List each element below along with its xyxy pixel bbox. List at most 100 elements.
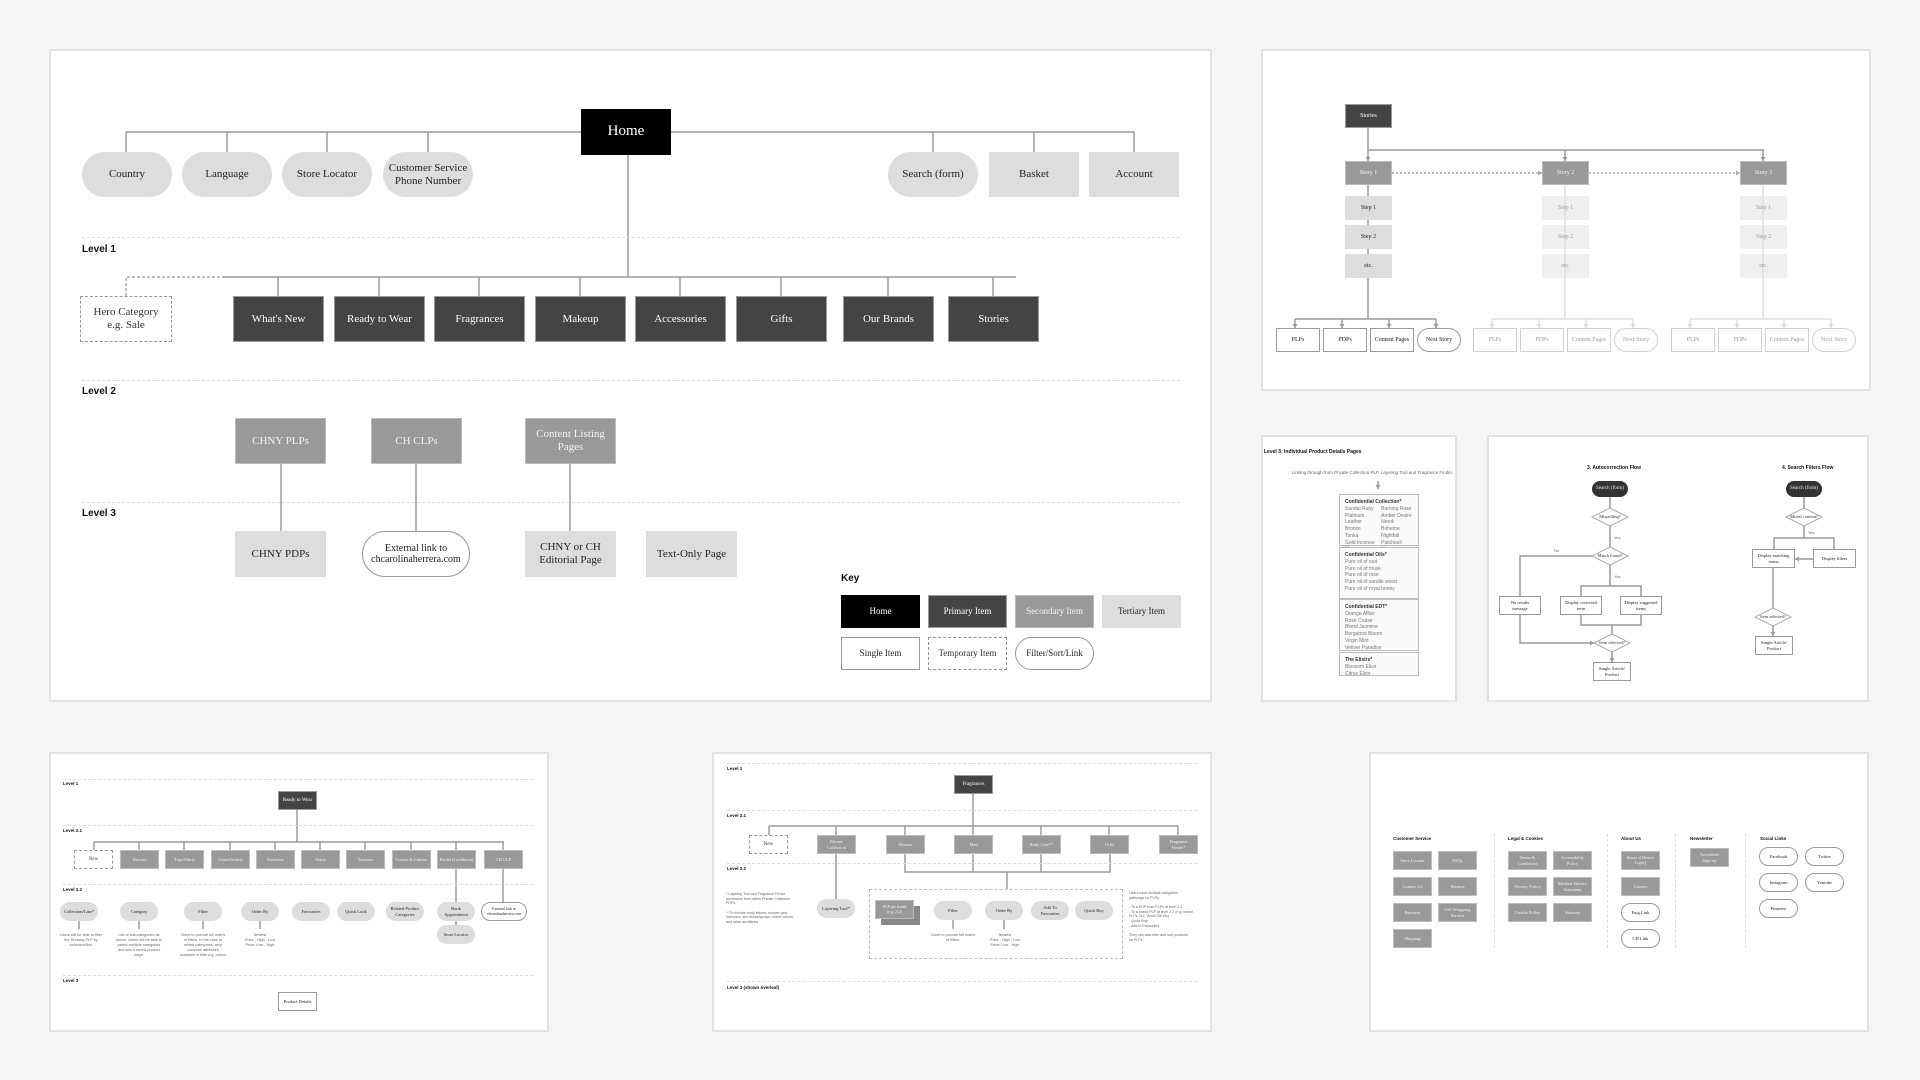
utility-node[interactable]: Country [82,152,172,197]
pdp-product-link[interactable]: Pure oil of sandle wood [1345,579,1397,586]
pdp-product-link[interactable]: Platinum Leather [1345,513,1375,527]
utility-node[interactable]: Language [182,152,272,197]
pdp-product-link[interactable]: Gold Incense [1345,540,1375,547]
plp-tool-node[interactable]: Quick Buy [1075,901,1113,920]
level1-node[interactable]: Our Brands [843,296,934,342]
external-link-node[interactable]: External link to chcarolinaherrera.com [481,902,527,921]
story-step-node[interactable]: Step 1 [1542,196,1589,220]
level2-2-node[interactable]: Book Appointment [437,902,475,921]
story-step-node[interactable]: Step 2 [1542,225,1589,249]
plp-tool-node[interactable]: Order By [985,901,1023,920]
level1-node[interactable]: Ready to Wear [334,296,425,342]
utility-node[interactable]: Customer Service Phone Number [383,152,473,197]
basket-node[interactable]: Basket [989,152,1079,197]
pdp-product-link[interactable]: Orange Affair [1345,611,1382,618]
story-child-node[interactable]: Content Pages [1765,328,1809,352]
layering-tool-node[interactable]: Layering Tool* [817,899,855,918]
pdp-product-link[interactable]: Neroli Boheme [1381,519,1413,533]
footer-link-node[interactable]: Shipping [1393,929,1432,948]
footer-link-node[interactable]: FAQs [1438,851,1477,870]
external-link-node[interactable]: External link to chcarolinaherrera.com [362,531,470,577]
ch-link-node[interactable]: CH Link [1621,929,1660,948]
story-step-node[interactable]: Step 1 [1345,196,1392,220]
social-link-node[interactable]: Instagram [1759,873,1798,892]
level2-1-node[interactable]: Men [954,835,993,854]
story-child-node[interactable]: Content Pages [1370,328,1414,352]
pdp-product-link[interactable]: Amber Desire [1381,513,1413,520]
social-link-node[interactable]: Youtube [1805,873,1844,892]
new-node[interactable]: New [74,850,113,869]
story-node[interactable]: Story 3 [1740,161,1787,185]
ready-to-wear-root[interactable]: Ready to Wear [278,791,317,810]
level2-1-node[interactable]: Tops/Shirts [165,850,204,869]
footer-link-node[interactable]: Store Locator [1393,851,1432,870]
store-locator-node[interactable]: Store Locator [437,925,475,944]
level1-node[interactable]: Makeup [535,296,626,342]
stories-root-node[interactable]: Stories [1345,104,1392,128]
level2-1-node[interactable]: Women [886,835,925,854]
footer-link-node[interactable]: Privacy Policy [1508,877,1547,896]
pdp-product-link[interactable]: Bronze Tonka [1345,526,1375,540]
story-child-node[interactable]: PLPs [1671,328,1715,352]
footer-link-node[interactable]: Sitemap [1553,903,1592,922]
pdp-product-link[interactable]: Pure oil of rose [1345,572,1397,579]
level2-1-node[interactable]: Trousers [346,850,385,869]
level2-1-node[interactable]: Bridal (Lookbook) [437,850,476,869]
level2-2-node[interactable]: Order By [241,902,279,921]
footer-link-node[interactable]: Accessibility Policy [1553,851,1592,870]
level2-node[interactable]: CHNY PLPs [235,418,326,464]
story-child-node[interactable]: PDPs [1323,328,1367,352]
footer-link-node[interactable]: Careers [1621,877,1660,896]
plp-tool-node[interactable]: Filter [934,901,972,920]
story-step-node[interactable]: etc. [1542,254,1589,278]
footer-link-node[interactable]: Payment [1393,903,1432,922]
single-article-node[interactable]: Single Article/ Product [1755,636,1793,655]
level2-2-node[interactable]: Related Product Categories [386,902,424,921]
no-results-node[interactable]: No results message [1499,596,1541,615]
pdp-product-link[interactable]: Pure oil of oud [1345,559,1397,566]
story-step-node[interactable]: etc. [1740,254,1787,278]
social-link-node[interactable]: Pinterest [1759,899,1798,918]
level1-node[interactable]: Accessories [635,296,726,342]
account-node[interactable]: Account [1089,152,1179,197]
story-child-node[interactable]: PLPs [1276,328,1320,352]
level2-1-node[interactable]: Gifts [1090,835,1129,854]
level2-1-node[interactable]: Fragrance Finder* [1159,835,1198,854]
fragrances-root[interactable]: Fragrances [954,775,993,794]
story-step-node[interactable]: Step 2 [1345,225,1392,249]
search-form-node[interactable]: Search (form) [888,152,978,197]
level1-node[interactable]: Gifts [736,296,827,342]
level2-2-node[interactable]: Quick Look [337,902,375,921]
pdp-product-link[interactable]: Pure oil of royal honey [1345,586,1397,593]
level3-node[interactable]: CHNY or CH Editorial Page [525,531,616,577]
story-step-node[interactable]: Step 2 [1740,225,1787,249]
text-only-page-node[interactable]: Text-Only Page [646,531,737,577]
display-filters-node[interactable]: Display filters [1813,549,1856,568]
level2-node[interactable]: CH CLPs [371,418,462,464]
footer-link-node[interactable]: Modern Slavery Statement [1553,877,1592,896]
story-child-node[interactable]: Next Story [1614,328,1658,352]
story-child-node[interactable]: PDPs [1718,328,1762,352]
level1-node[interactable]: Stories [948,296,1039,342]
single-article-node[interactable]: Single Article/ Product [1593,662,1631,681]
hero-category-node[interactable]: Hero Category e.g. Sale [80,296,172,342]
utility-node[interactable]: Store Locator [282,152,372,197]
pdp-product-link[interactable]: Blond Jasmine [1345,624,1382,631]
story-node[interactable]: Story 1 [1345,161,1392,185]
story-child-node[interactable]: PDPs [1520,328,1564,352]
level2-2-node[interactable]: Collection/Line* [60,902,98,921]
pdp-product-link[interactable]: Nightfall Patchouli [1381,533,1413,547]
pdp-product-link[interactable]: Rose Cruise [1345,618,1382,625]
level2-1-node[interactable]: Body Care** [1022,835,1061,854]
new-node[interactable]: New [749,835,788,854]
product-details-node[interactable]: Product Details [278,992,317,1011]
footer-link-node[interactable]: Gift Wrapping Service [1438,903,1477,922]
pdp-product-link[interactable]: Burning Rose [1381,506,1413,513]
home-node[interactable]: Home [581,109,671,155]
social-link-node[interactable]: Twitter [1805,847,1844,866]
level2-1-node[interactable]: Dresses [120,850,159,869]
level2-2-node[interactable]: Filter [184,902,222,921]
level2-2-node[interactable]: Category [120,902,158,921]
level1-node[interactable]: Fragrances [434,296,525,342]
level2-1-node[interactable]: Gowns & Caftans [392,850,431,869]
